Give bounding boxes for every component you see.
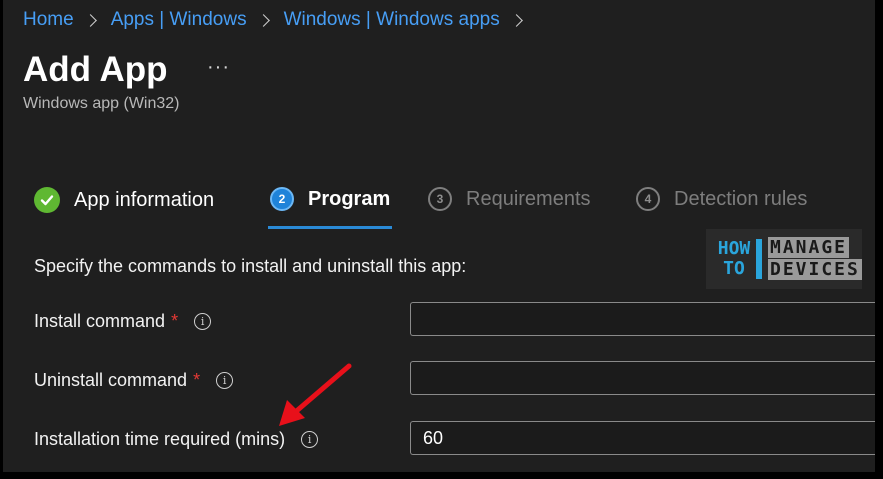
tab-program[interactable]: 2 Program (270, 187, 390, 211)
step-label: Program (308, 187, 391, 210)
tab-detection-rules[interactable]: 4 Detection rules (636, 187, 807, 211)
tab-app-information[interactable]: App information (34, 187, 214, 213)
tab-requirements[interactable]: 3 Requirements (428, 187, 591, 211)
step-number-badge: 3 (428, 187, 452, 211)
uninstall-command-input[interactable] (410, 361, 875, 395)
app-frame: Home Apps | Windows Windows | Windows ap… (3, 0, 878, 472)
install-command-label-row: Install command * i (34, 311, 212, 332)
step-label: App information (74, 188, 215, 211)
installation-time-label-row: Installation time required (mins) i (34, 429, 319, 450)
logo-how-to: HOW TO (717, 238, 751, 279)
how-to-manage-devices-logo: HOW TO MANAGE DEVICES (706, 229, 862, 289)
field-label: Installation time required (mins) (34, 429, 286, 449)
info-icon[interactable]: i (301, 431, 319, 448)
logo-manage-devices: MANAGE DEVICES (768, 237, 862, 280)
step-label: Detection rules (674, 187, 808, 210)
checkmark-icon (34, 187, 60, 213)
chevron-right-icon (256, 13, 270, 27)
annotation-arrow-icon (279, 363, 352, 426)
step-label: Requirements (466, 187, 591, 210)
breadcrumb-windows-apps[interactable]: Windows | Windows apps (284, 9, 500, 31)
page-subtitle: Windows app (Win32) (23, 95, 180, 112)
page-title: Add App (23, 50, 168, 89)
installation-time-input[interactable] (410, 421, 875, 455)
active-step-indicator (268, 226, 392, 229)
install-command-input[interactable] (410, 302, 875, 336)
step-number-badge: 2 (270, 187, 294, 211)
field-label: Install command (34, 311, 166, 331)
step-number-badge: 4 (636, 187, 660, 211)
info-icon[interactable]: i (194, 313, 212, 330)
breadcrumb-home[interactable]: Home (23, 9, 74, 31)
logo-divider (756, 239, 762, 279)
chevron-right-icon (83, 13, 97, 27)
required-marker: * (193, 370, 201, 390)
field-label: Uninstall command (34, 370, 188, 390)
breadcrumb-apps-windows[interactable]: Apps | Windows (111, 9, 247, 31)
breadcrumb: Home Apps | Windows Windows | Windows ap… (23, 9, 537, 31)
chevron-right-icon (509, 13, 523, 27)
more-options-icon[interactable]: ··· (207, 56, 230, 79)
uninstall-command-label-row: Uninstall command * i (34, 370, 234, 391)
form-instructions: Specify the commands to install and unin… (34, 256, 467, 276)
info-icon[interactable]: i (216, 372, 234, 389)
required-marker: * (171, 311, 179, 331)
